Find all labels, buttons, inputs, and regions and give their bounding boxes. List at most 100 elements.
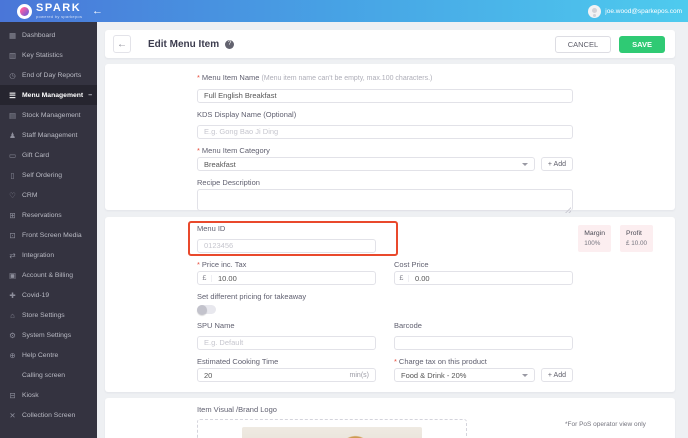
reservations-icon: ⊞ bbox=[9, 210, 16, 220]
sidebar-item-key-statistics[interactable]: ▥ Key Statistics bbox=[0, 45, 97, 65]
sidebar-nav: ▦ Dashboard ▥ Key Statistics ◷ End of Day Rep… bbox=[0, 22, 97, 438]
save-button[interactable]: SAVE bbox=[619, 35, 665, 53]
sidebar-item-account-billing[interactable]: ▣ Account & Billing bbox=[0, 265, 97, 285]
store-settings-icon: ⌂ bbox=[10, 310, 15, 320]
margin-box: Margin 100% bbox=[578, 225, 611, 252]
sidebar-item-kiosk[interactable]: ⊟ Kiosk bbox=[0, 385, 97, 405]
sidebar-item-covid-19[interactable]: ✚ Covid-19 bbox=[0, 285, 97, 305]
topbar-back-arrow-icon[interactable]: ← bbox=[92, 0, 103, 22]
brand-logo: SPARK powered by sparkepos bbox=[0, 3, 82, 19]
sidebar-item-store-settings[interactable]: ⌂ Store Settings bbox=[0, 305, 97, 325]
user-menu[interactable]: joe.wood@sparkepos.com bbox=[588, 0, 682, 22]
cooking-time-label: Estimated Cooking Time bbox=[197, 357, 279, 366]
cancel-button[interactable]: CANCEL bbox=[554, 35, 612, 53]
back-arrow-icon: ← bbox=[117, 38, 127, 50]
sidebar-item-label: Calling screen bbox=[22, 371, 66, 379]
sidebar-item-front-screen-media[interactable]: ⊡ Front Screen Media bbox=[0, 225, 97, 245]
sidebar-item-calling-screen[interactable]: Calling screen bbox=[0, 365, 97, 385]
item-visual-upload-box[interactable] bbox=[197, 419, 467, 438]
sidebar-item-staff-management[interactable]: ♟ Staff Management bbox=[0, 125, 97, 145]
collapse-icon: – bbox=[88, 91, 93, 99]
front-screen-media-icon: ⊡ bbox=[9, 230, 16, 240]
currency-prefix: £ bbox=[395, 274, 409, 282]
brand-tagline: powered by sparkepos bbox=[36, 14, 83, 19]
price-inc-tax-input[interactable] bbox=[212, 273, 375, 283]
item-visual-image bbox=[242, 427, 422, 438]
required-marker: * bbox=[197, 73, 200, 82]
cooking-time-input[interactable] bbox=[198, 370, 350, 380]
charge-tax-value: Food & Drink - 20% bbox=[401, 370, 467, 380]
main-content: ← Edit Menu Item ? CANCEL SAVE * Menu Ite… bbox=[97, 22, 688, 438]
menu-item-category-select[interactable]: Breakfast bbox=[197, 157, 535, 171]
avatar[interactable] bbox=[588, 4, 602, 18]
sidebar-item-dashboard[interactable]: ▦ Dashboard bbox=[0, 25, 97, 45]
barcode-label: Barcode bbox=[394, 321, 422, 330]
cooking-time-field: Estimated Cooking Time min(s) bbox=[197, 358, 376, 382]
menu-item-name-note: (Menu item name can't be empty, max.100 … bbox=[261, 75, 433, 82]
menu-item-name-field: * Menu Item Name (Menu item name can't be… bbox=[197, 74, 573, 103]
barcode-input[interactable] bbox=[394, 335, 573, 350]
menu-item-name-input[interactable] bbox=[197, 88, 573, 103]
currency-prefix: £ bbox=[198, 274, 212, 282]
profit-value: £ 10.00 bbox=[625, 240, 647, 247]
charge-tax-label: Charge tax on this product bbox=[398, 357, 487, 366]
sidebar-item-label: Self Ordering bbox=[22, 171, 63, 179]
recipe-description-label: Recipe Description bbox=[197, 178, 260, 187]
sidebar-item-gift-card[interactable]: ▭ Gift Card bbox=[0, 145, 97, 165]
item-visual-label: Item Visual /Brand Logo bbox=[197, 405, 277, 414]
staff-management-icon: ♟ bbox=[9, 130, 16, 140]
add-category-button[interactable]: + Add bbox=[540, 157, 573, 171]
sidebar-item-end-of-day-reports[interactable]: ◷ End of Day Reports bbox=[0, 65, 97, 85]
visual-note: *For PoS operator view only bbox=[565, 421, 646, 428]
crm-icon: ♡ bbox=[9, 190, 16, 200]
takeaway-pricing-label: Set different pricing for takeaway bbox=[197, 292, 307, 301]
key-statistics-icon: ▥ bbox=[8, 50, 17, 60]
spu-name-field: SPU Name bbox=[197, 322, 376, 350]
recipe-description-textarea[interactable] bbox=[197, 189, 573, 211]
help-badge[interactable]: ? bbox=[225, 39, 235, 49]
collection-screen-icon: ✕ bbox=[9, 410, 16, 420]
self-ordering-icon: ▯ bbox=[10, 170, 15, 180]
account-billing-icon: ▣ bbox=[8, 270, 17, 280]
menu-item-name-label: Menu Item Name bbox=[201, 73, 260, 82]
menu-id-input[interactable] bbox=[197, 238, 376, 253]
sidebar-item-system-settings[interactable]: ⚙ System Settings bbox=[0, 325, 97, 345]
topbar: SPARK powered by sparkepos ← joe.wood@sp… bbox=[0, 0, 688, 22]
margin-value: 100% bbox=[584, 240, 601, 247]
sidebar-item-label: Gift Card bbox=[22, 151, 50, 159]
cooking-time-unit: min(s) bbox=[349, 371, 369, 379]
sidebar-item-reservations[interactable]: ⊞ Reservations bbox=[0, 205, 97, 225]
menu-item-category-label: Menu Item Category bbox=[201, 146, 270, 155]
sidebar-item-crm[interactable]: ♡ CRM bbox=[0, 185, 97, 205]
sidebar-item-collection-screen[interactable]: ✕ Collection Screen bbox=[0, 405, 97, 425]
sidebar-item-label: Covid-19 bbox=[22, 291, 50, 299]
back-button[interactable]: ← bbox=[113, 35, 131, 53]
chevron-down-icon bbox=[521, 162, 528, 166]
sidebar-item-help-centre[interactable]: ⊕ Help Centre bbox=[0, 345, 97, 365]
pricing-card: Margin 100% Profit £ 10.00 Menu ID *Pric… bbox=[105, 217, 675, 392]
sidebar-item-label: Collection Screen bbox=[22, 411, 76, 419]
sidebar-item-integration[interactable]: ⇄ Integration bbox=[0, 245, 97, 265]
sidebar-item-self-ordering[interactable]: ▯ Self Ordering bbox=[0, 165, 97, 185]
spu-name-input[interactable] bbox=[197, 335, 376, 350]
price-inc-tax-field: * Price inc. Tax £ bbox=[197, 261, 376, 285]
charge-tax-select[interactable]: Food & Drink - 20% bbox=[394, 368, 535, 382]
required-marker: * bbox=[394, 357, 397, 366]
sidebar-item-menu-management[interactable]: ☰ Menu Management – bbox=[0, 85, 97, 105]
cost-price-input[interactable] bbox=[409, 273, 572, 283]
recipe-description-field: Recipe Description bbox=[197, 179, 573, 216]
profit-label: Profit bbox=[625, 230, 642, 237]
page-header-card: ← Edit Menu Item ? CANCEL SAVE bbox=[105, 30, 675, 58]
takeaway-pricing-toggle[interactable] bbox=[197, 304, 216, 315]
sidebar-item-label: Staff Management bbox=[22, 131, 78, 139]
add-tax-button[interactable]: + Add bbox=[540, 368, 573, 382]
sidebar-item-label: Kiosk bbox=[22, 391, 39, 399]
kds-display-name-input[interactable] bbox=[197, 124, 573, 139]
spark-logo-icon bbox=[17, 3, 32, 19]
sidebar-item-label: Front Screen Media bbox=[22, 231, 82, 239]
spu-name-label: SPU Name bbox=[197, 321, 235, 330]
menu-id-label: Menu ID bbox=[197, 224, 226, 233]
user-email: joe.wood@sparkepos.com bbox=[605, 7, 682, 15]
kiosk-icon: ⊟ bbox=[9, 390, 16, 400]
sidebar-item-stock-management[interactable]: ▤ Stock Management bbox=[0, 105, 97, 125]
